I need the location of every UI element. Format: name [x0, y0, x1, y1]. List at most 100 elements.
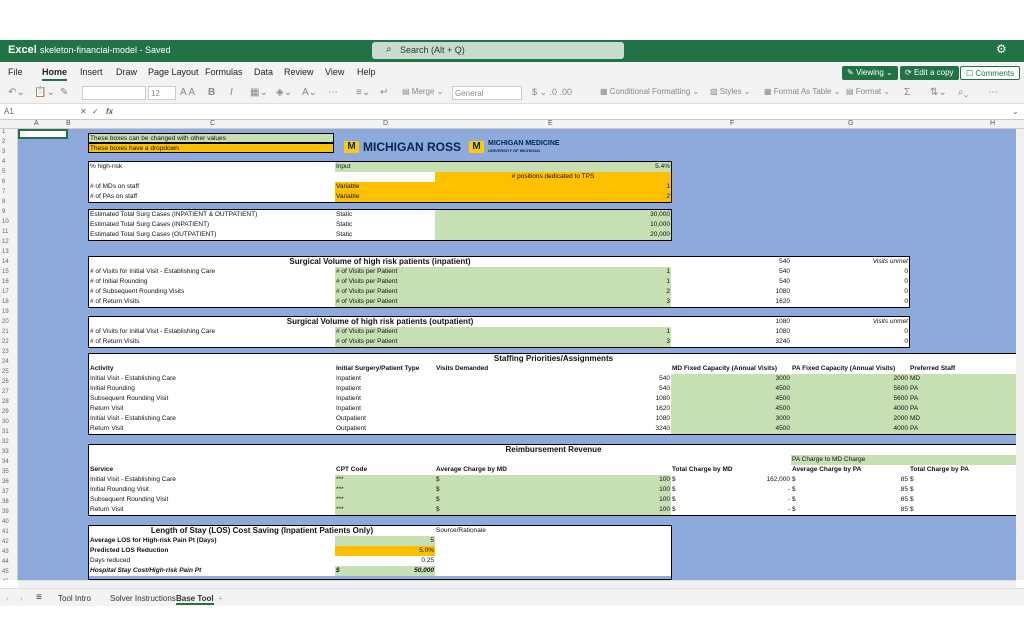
row-header[interactable]: 26 — [0, 379, 17, 389]
staffing-cell[interactable]: MD — [909, 374, 1016, 384]
number-format-select[interactable]: General — [452, 86, 522, 100]
staffing-cell[interactable]: 5600 — [791, 384, 909, 394]
search-box[interactable]: ⌕ Search (Alt + Q) — [372, 42, 624, 59]
tab-insert[interactable]: Insert — [80, 67, 103, 77]
row-header[interactable]: 28 — [0, 399, 17, 409]
staffing-cell[interactable]: PA — [909, 384, 1016, 394]
row-header[interactable]: 22 — [0, 339, 17, 349]
enter-icon[interactable]: ✓ — [92, 107, 99, 116]
col-b[interactable]: B — [66, 120, 71, 127]
row-header[interactable]: 2 — [0, 139, 17, 149]
row-header[interactable]: 30 — [0, 419, 17, 429]
inpatient-row-count[interactable]: 1 — [435, 267, 671, 277]
selected-cell[interactable] — [18, 129, 68, 139]
case-value[interactable]: 30,000 — [435, 210, 671, 220]
currency-icon[interactable]: $ ⌄ .0 .00 — [532, 87, 572, 98]
row-header[interactable]: 3 — [0, 149, 17, 159]
staffing-cell[interactable]: 4500 — [671, 394, 791, 404]
staffing-cell[interactable]: 2000 — [791, 374, 909, 384]
row-header[interactable]: 43 — [0, 549, 17, 559]
reimb-cpt[interactable]: *** — [335, 495, 435, 505]
inpatient-row-count[interactable]: 1 — [435, 277, 671, 287]
case-value[interactable]: 20,000 — [435, 230, 671, 240]
staffing-cell[interactable]: 3000 — [671, 374, 791, 384]
staffing-cell[interactable]: PA — [909, 394, 1016, 404]
tab-view[interactable]: View — [325, 67, 344, 77]
row-header[interactable]: 10 — [0, 219, 17, 229]
row-header[interactable]: 18 — [0, 299, 17, 309]
wrap-icon[interactable]: ↵ — [380, 87, 388, 98]
next-sheet-icon[interactable]: › — [20, 594, 23, 603]
row-header[interactable]: 13 — [0, 249, 17, 259]
document-title[interactable]: skeleton-financial-model - Saved — [40, 45, 171, 55]
row-header[interactable]: 42 — [0, 539, 17, 549]
row-header[interactable]: 33 — [0, 449, 17, 459]
row-header[interactable]: 32 — [0, 439, 17, 449]
outpatient-row-count[interactable]: 1 — [435, 327, 671, 337]
merge-button[interactable]: ▤ Merge ⌄ — [402, 87, 443, 96]
reimb-md-avg[interactable]: 100 — [455, 495, 671, 505]
row-header[interactable]: 34 — [0, 459, 17, 469]
staffing-cell[interactable]: 4000 — [791, 404, 909, 414]
prev-sheet-icon[interactable]: ‹ — [6, 594, 9, 603]
sheet-tab-base-tool[interactable]: Base Tool — [176, 594, 214, 605]
row-header[interactable]: 41 — [0, 529, 17, 539]
spreadsheet-grid[interactable]: These boxes can be changed with other va… — [18, 129, 1016, 580]
staffing-cell[interactable]: 3000 — [671, 414, 791, 424]
expand-formula-icon[interactable]: ⌄ — [1012, 107, 1019, 116]
find-icon[interactable]: ⌕⌄ — [958, 87, 968, 98]
reimb-cpt[interactable]: *** — [335, 485, 435, 495]
more-options-icon[interactable]: ⋯ — [988, 87, 998, 98]
row-header[interactable]: 11 — [0, 229, 17, 239]
staffing-cell[interactable]: 4500 — [671, 404, 791, 414]
tab-home[interactable]: Home — [42, 67, 68, 81]
staffing-cell[interactable]: 4000 — [791, 424, 909, 434]
add-sheet-icon[interactable]: + — [218, 594, 223, 603]
high-risk-value[interactable]: 5.4% — [435, 162, 671, 172]
tab-draw[interactable]: Draw — [116, 67, 137, 77]
bold-icon[interactable]: B — [208, 87, 215, 98]
row-header[interactable]: 16 — [0, 279, 17, 289]
los-avg-value[interactable]: 5 — [335, 536, 435, 546]
row-header[interactable]: 36 — [0, 479, 17, 489]
name-box[interactable]: A1 — [4, 107, 14, 116]
col-g[interactable]: G — [848, 120, 853, 127]
staffing-cell[interactable]: 5600 — [791, 394, 909, 404]
outpatient-row-count[interactable]: 3 — [435, 337, 671, 347]
row-header[interactable]: 21 — [0, 329, 17, 339]
staffing-cell[interactable]: PA — [909, 404, 1016, 414]
stay-cost-value[interactable]: 50,000 — [355, 566, 435, 576]
mds-value[interactable]: 1 — [435, 182, 671, 192]
row-header[interactable]: 39 — [0, 509, 17, 519]
row-header[interactable]: 17 — [0, 289, 17, 299]
format-as-table-button[interactable]: ▦ Format As Table ⌄ — [764, 87, 840, 96]
tab-formulas[interactable]: Formulas — [205, 67, 243, 77]
sum-icon[interactable]: Σ — [904, 87, 910, 98]
reimb-cpt[interactable]: *** — [335, 475, 435, 485]
fill-color-icon[interactable]: ◈⌄ — [276, 87, 292, 98]
font-color-icon[interactable]: A⌄ — [302, 87, 317, 98]
paste-icon[interactable]: 📋⌄ — [34, 87, 55, 98]
tab-file[interactable]: File — [8, 67, 23, 77]
more-icon[interactable]: ⋯ — [328, 87, 338, 98]
row-header[interactable]: 37 — [0, 489, 17, 499]
col-d[interactable]: D — [383, 120, 388, 127]
comments-button[interactable]: ☐ Comments — [960, 66, 1021, 80]
styles-button[interactable]: ▧ Styles ⌄ — [710, 87, 751, 96]
row-header[interactable]: 9 — [0, 209, 17, 219]
conditional-formatting-button[interactable]: ▦ Conditional Formatting ⌄ — [600, 87, 699, 96]
edit-copy-button[interactable]: ⟳ Edit a copy — [900, 66, 959, 80]
staffing-cell[interactable]: 2000 — [791, 414, 909, 424]
tab-data[interactable]: Data — [254, 67, 273, 77]
inpatient-row-count[interactable]: 3 — [435, 297, 671, 307]
reimb-cpt[interactable]: *** — [335, 505, 435, 515]
row-header[interactable]: 1 — [0, 129, 17, 139]
row-header[interactable]: 45 — [0, 569, 17, 579]
format-painter-icon[interactable]: ✎ — [60, 87, 68, 98]
row-header[interactable]: 31 — [0, 429, 17, 439]
row-header[interactable]: 29 — [0, 409, 17, 419]
row-header[interactable]: 19 — [0, 309, 17, 319]
cancel-icon[interactable]: ✕ — [80, 107, 87, 116]
align-icon[interactable]: ≡⌄ — [356, 87, 370, 98]
row-header[interactable]: 5 — [0, 169, 17, 179]
